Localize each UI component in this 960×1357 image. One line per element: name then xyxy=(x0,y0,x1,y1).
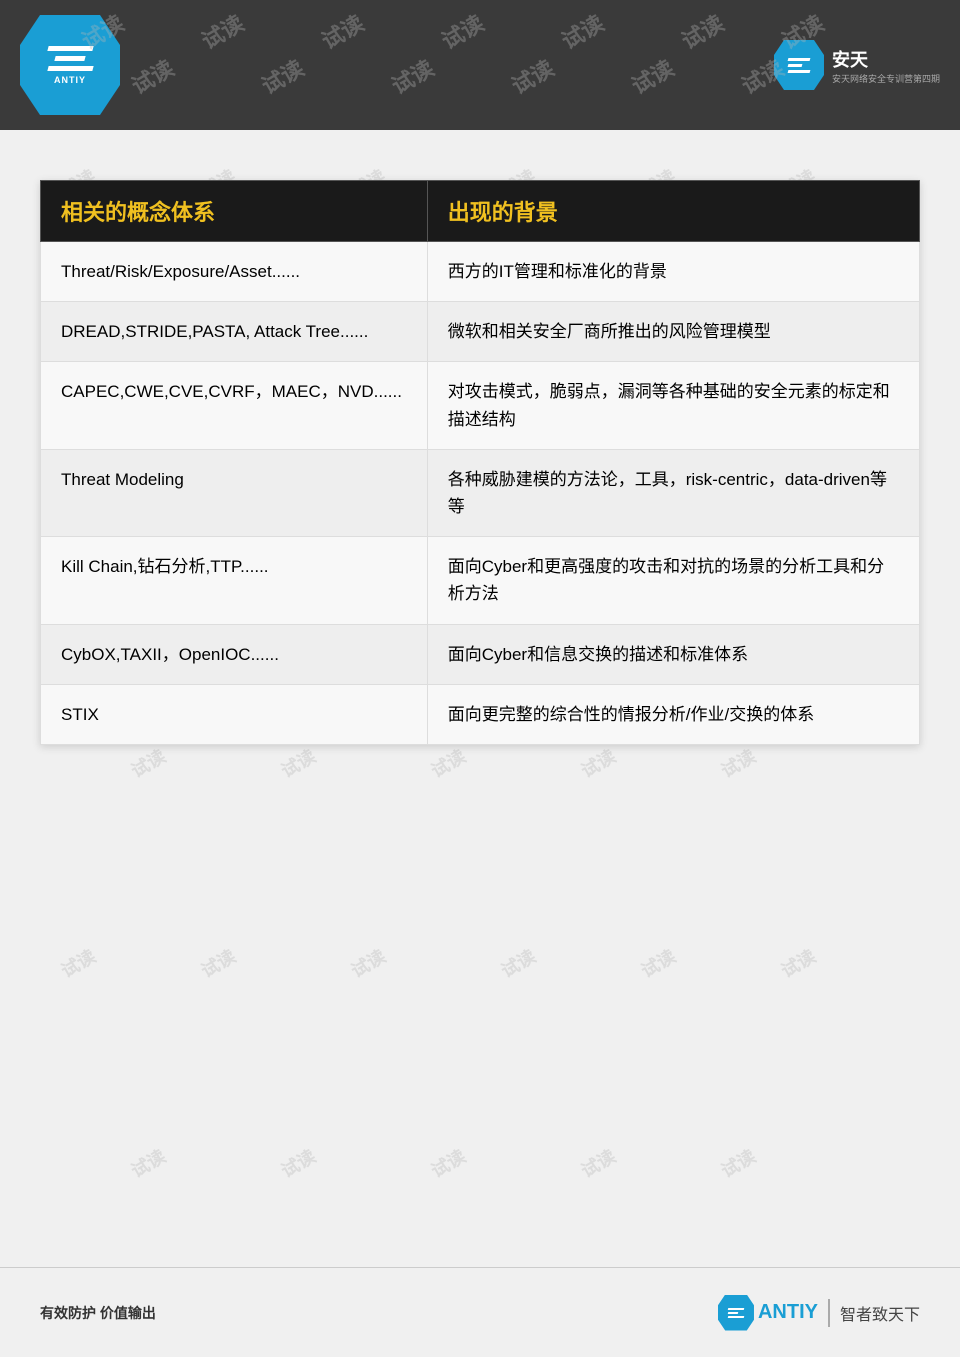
logo-line-2 xyxy=(54,56,85,61)
footer-divider xyxy=(828,1299,830,1327)
watermark-9: 试读 xyxy=(255,51,309,101)
body-watermark-23: 试读 xyxy=(56,943,100,984)
table-row: Threat/Risk/Exposure/Asset......西方的IT管理和… xyxy=(41,242,920,302)
brand-tagline: 安天网络安全专训营第四期 xyxy=(832,72,940,85)
brand-text-area: 安天 安天网络安全专训营第四期 xyxy=(832,46,940,85)
table-row: CybOX,TAXII，OpenIOC......面向Cyber和信息交换的描述… xyxy=(41,624,920,684)
main-content: 相关的概念体系 出现的背景 Threat/Risk/Exposure/Asset… xyxy=(0,130,960,765)
footer-brand-icon xyxy=(718,1295,754,1331)
watermark-4: 试读 xyxy=(435,6,489,56)
watermark-8: 试读 xyxy=(125,51,179,101)
footer-brand-line-2 xyxy=(728,1312,739,1314)
footer-brand-line-1 xyxy=(728,1308,745,1310)
concept-table: 相关的概念体系 出现的背景 Threat/Risk/Exposure/Asset… xyxy=(40,180,920,745)
body-watermark-32: 试读 xyxy=(576,1143,620,1184)
cell-col1-6: STIX xyxy=(41,684,428,744)
table-row: DREAD,STRIDE,PASTA, Attack Tree......微软和… xyxy=(41,302,920,362)
table-row: CAPEC,CWE,CVE,CVRF，MAEC，NVD......对攻击模式，脆… xyxy=(41,362,920,449)
logo-line-1 xyxy=(47,46,93,51)
brand-line-1 xyxy=(788,58,811,61)
body-watermark-26: 试读 xyxy=(496,943,540,984)
watermark-12: 试读 xyxy=(625,51,679,101)
body-watermark-28: 试读 xyxy=(776,943,820,984)
body-watermark-25: 试读 xyxy=(346,943,390,984)
footer-tagline: 有效防护 价值输出 xyxy=(40,1303,156,1323)
col2-header: 出现的背景 xyxy=(427,181,919,242)
watermark-10: 试读 xyxy=(385,51,439,101)
cell-col1-1: DREAD,STRIDE,PASTA, Attack Tree...... xyxy=(41,302,428,362)
body-watermark-31: 试读 xyxy=(426,1143,470,1184)
logo-line-3 xyxy=(47,66,93,71)
cell-col2-3: 各种威胁建模的方法论，工具，risk-centric，data-driven等等 xyxy=(427,449,919,536)
logo-text: ANTIY xyxy=(54,75,86,85)
watermark-2: 试读 xyxy=(195,6,249,56)
watermark-5: 试读 xyxy=(555,6,609,56)
header: 试读 试读 试读 试读 试读 试读 试读 试读 试读 试读 试读 试读 试读 A… xyxy=(0,0,960,130)
cell-col2-0: 西方的IT管理和标准化的背景 xyxy=(427,242,919,302)
body-watermark-24: 试读 xyxy=(196,943,240,984)
cell-col2-1: 微软和相关安全厂商所推出的风险管理模型 xyxy=(427,302,919,362)
footer-antiy: ANTIY xyxy=(758,1301,818,1324)
cell-col2-6: 面向更完整的综合性的情报分析/作业/交换的体系 xyxy=(427,684,919,744)
cell-col1-3: Threat Modeling xyxy=(41,449,428,536)
cell-col1-0: Threat/Risk/Exposure/Asset...... xyxy=(41,242,428,302)
footer-brand-area: ANTIY 智者致天下 xyxy=(718,1295,920,1331)
brand-line-3 xyxy=(788,70,811,73)
table-row: Threat Modeling各种威胁建模的方法论，工具，risk-centri… xyxy=(41,449,920,536)
header-brand: 安天 安天网络安全专训营第四期 xyxy=(774,40,940,90)
watermark-3: 试读 xyxy=(315,6,369,56)
cell-col2-2: 对攻击模式，脆弱点，漏洞等各种基础的安全元素的标定和描述结构 xyxy=(427,362,919,449)
cell-col1-4: Kill Chain,钻石分析,TTP...... xyxy=(41,537,428,624)
footer-brand-line-3 xyxy=(728,1316,745,1318)
footer-suffix: 智者致天下 xyxy=(840,1301,920,1325)
cell-col1-2: CAPEC,CWE,CVE,CVRF，MAEC，NVD...... xyxy=(41,362,428,449)
table-row: STIX面向更完整的综合性的情报分析/作业/交换的体系 xyxy=(41,684,920,744)
logo: ANTIY xyxy=(20,15,120,115)
body-watermark-33: 试读 xyxy=(716,1143,760,1184)
table-row: Kill Chain,钻石分析,TTP......面向Cyber和更高强度的攻击… xyxy=(41,537,920,624)
brand-line-2 xyxy=(788,64,803,67)
cell-col1-5: CybOX,TAXII，OpenIOC...... xyxy=(41,624,428,684)
cell-col2-4: 面向Cyber和更高强度的攻击和对抗的场景的分析工具和分析方法 xyxy=(427,537,919,624)
body-watermark-27: 试读 xyxy=(636,943,680,984)
footer: 有效防护 价值输出 ANTIY 智者致天下 xyxy=(0,1267,960,1357)
cell-col2-5: 面向Cyber和信息交换的描述和标准体系 xyxy=(427,624,919,684)
body-watermark-30: 试读 xyxy=(276,1143,320,1184)
watermark-6: 试读 xyxy=(675,6,729,56)
watermark-11: 试读 xyxy=(505,51,559,101)
brand-icon xyxy=(774,40,824,90)
brand-name-cn: 安天 xyxy=(832,46,868,72)
col1-header: 相关的概念体系 xyxy=(41,181,428,242)
body-watermark-29: 试读 xyxy=(126,1143,170,1184)
